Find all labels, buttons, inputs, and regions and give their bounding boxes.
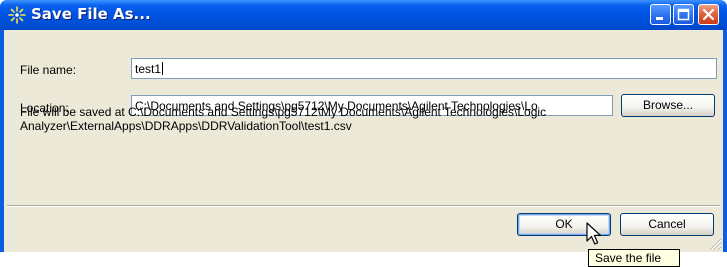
file-name-value: test1 — [135, 62, 162, 76]
close-button[interactable] — [698, 4, 719, 25]
file-name-label: File name: — [20, 63, 77, 77]
tooltip: Save the file — [588, 249, 680, 267]
text-caret — [162, 62, 164, 75]
save-location-text: File will be saved at C:\Documents and S… — [20, 105, 547, 133]
sparkle-icon — [8, 6, 26, 24]
resize-grip-icon[interactable] — [708, 237, 722, 251]
title-bar[interactable]: Save File As... — [0, 0, 727, 30]
cancel-button[interactable]: Cancel — [620, 213, 714, 236]
close-icon — [702, 8, 715, 21]
save-file-dialog: Save File As... File name: test1 Locatio — [0, 0, 727, 252]
minimize-icon — [656, 17, 663, 20]
maximize-button[interactable] — [673, 4, 694, 25]
minimize-button[interactable] — [650, 4, 671, 25]
dialog-body: File name: test1 Location: C:\Documents … — [4, 30, 723, 252]
maximize-icon — [677, 8, 690, 21]
separator — [7, 205, 720, 207]
window-title: Save File As... — [31, 5, 151, 23]
mouse-pointer-icon — [586, 222, 602, 245]
file-name-input[interactable]: test1 — [131, 58, 717, 79]
